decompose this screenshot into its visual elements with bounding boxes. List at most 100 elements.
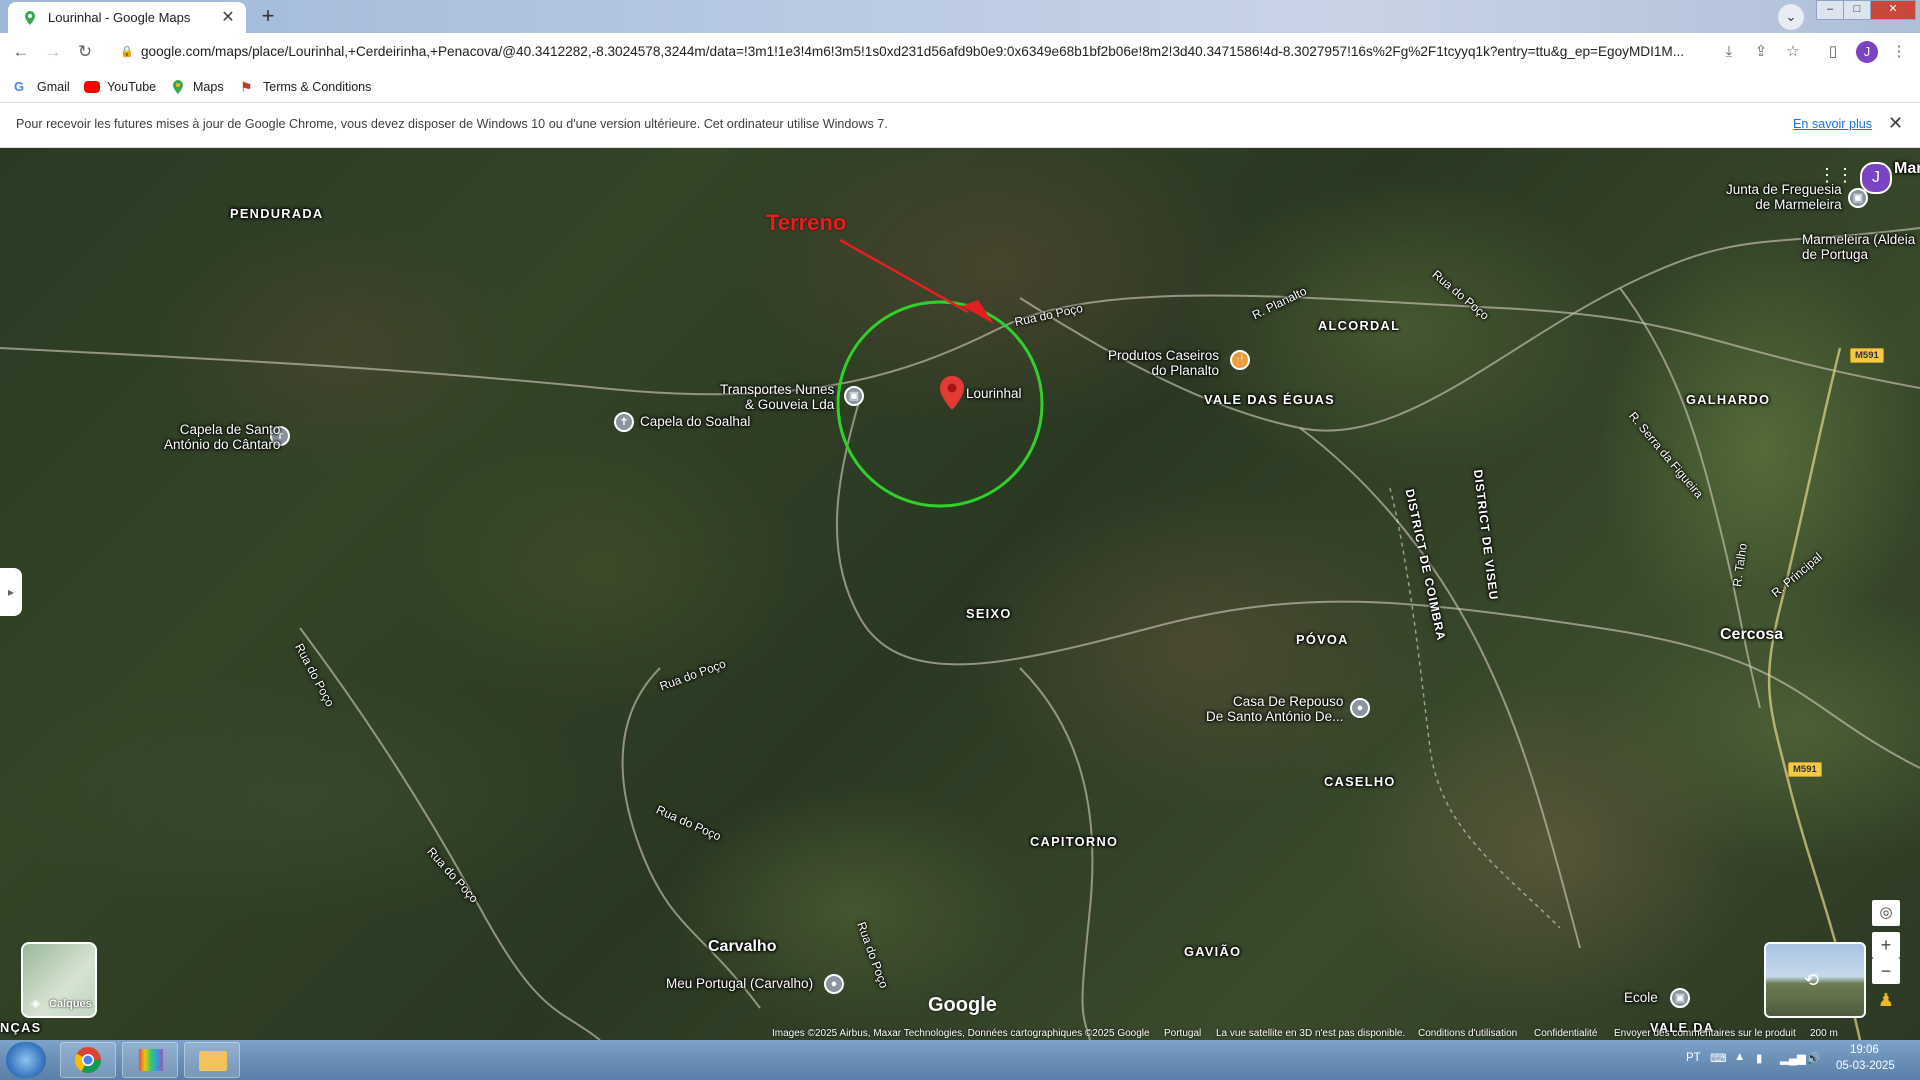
place-label-caselho[interactable]: CASELHO <box>1324 774 1396 789</box>
menu-icon[interactable]: ⋮ <box>1890 43 1908 61</box>
bookmark-youtube[interactable]: YouTube <box>84 77 156 97</box>
chrome-icon <box>74 1047 102 1074</box>
layers-label: Calques <box>49 998 92 1010</box>
place-label-carvalho[interactable]: Carvalho <box>708 938 776 956</box>
poi-label-line: Capela de Santo <box>179 422 281 437</box>
google-apps-icon[interactable]: ⋮⋮⋮ <box>1818 163 1872 187</box>
bookmark-gmail[interactable]: G Gmail <box>14 77 70 97</box>
maximize-button[interactable]: □ <box>1843 0 1871 20</box>
poi-label-casa-repouso[interactable]: Casa De Repouso De Santo António De... <box>1206 694 1343 724</box>
poi-label-ecole[interactable]: Ecole <box>1624 990 1658 1005</box>
account-avatar[interactable]: J <box>1860 162 1892 194</box>
install-app-icon[interactable]: ⤓ <box>1720 43 1738 61</box>
church-poi-icon[interactable]: ✝ <box>614 412 634 432</box>
minimize-button[interactable]: – <box>1816 0 1844 20</box>
place-label-capitorno[interactable]: CAPITORNO <box>1030 834 1118 849</box>
bookmark-maps[interactable]: Maps <box>170 77 224 97</box>
media-app-icon <box>139 1049 163 1071</box>
place-label-marmeleira[interactable]: Mar <box>1894 160 1920 178</box>
address-bar[interactable]: 🔒 google.com/maps/place/Lourinhal,+Cerde… <box>108 37 1768 67</box>
country-label[interactable]: Portugal <box>1164 1028 1201 1039</box>
annotation-arrow-line <box>839 238 969 314</box>
reload-button[interactable]: ↻ <box>74 41 96 63</box>
terms-link[interactable]: Conditions d'utilisation <box>1418 1028 1517 1039</box>
place-label-pendurada[interactable]: PENDURADA <box>230 206 323 221</box>
share-icon[interactable]: ⇪ <box>1752 43 1770 61</box>
taskbar-chrome[interactable] <box>60 1042 116 1078</box>
lock-icon: 🔒 <box>120 46 134 58</box>
layers-icon: ◈ <box>31 996 41 1010</box>
poi-label-line: Casa De Repouso <box>1233 694 1344 709</box>
pegman-icon[interactable]: ♟ <box>1874 990 1898 1016</box>
signal-icon[interactable]: ▂▄▆ <box>1780 1051 1806 1065</box>
road-shield-m591: M591 <box>1788 762 1822 777</box>
show-hidden-icons[interactable]: ▲ <box>1734 1051 1745 1063</box>
satellite-map[interactable]: Terreno Lourinhal PENDURADA ALCORDAL VAL… <box>0 148 1920 1040</box>
zoom-in-button[interactable]: + <box>1872 932 1900 958</box>
bookmark-star-icon[interactable]: ☆ <box>1784 43 1802 61</box>
place-label-gaviao[interactable]: GAVIÃO <box>1184 944 1241 959</box>
update-infobar: Pour recevoir les futures mises à jour d… <box>0 103 1920 148</box>
place-label-povoa[interactable]: PÓVOA <box>1296 632 1349 647</box>
tab-close-icon[interactable]: ✕ <box>220 9 236 26</box>
poi-label-line: De Santo António De... <box>1206 709 1344 724</box>
clock-date[interactable]: 05-03-2025 <box>1836 1060 1895 1072</box>
new-tab-button[interactable]: + <box>254 4 282 30</box>
poi-label-transportes[interactable]: Transportes Nunes & Gouveia Lda <box>720 382 834 412</box>
terreno-annotation: Terreno <box>766 210 847 235</box>
location-pin-icon[interactable] <box>940 376 964 410</box>
place-label-cercosa[interactable]: Cercosa <box>1720 626 1783 644</box>
maps-favicon-icon <box>25 10 35 25</box>
place-label-galhardo[interactable]: GALHARDO <box>1686 392 1770 407</box>
keyboard-icon[interactable]: ⌨ <box>1710 1051 1727 1065</box>
street-view-thumbnail[interactable]: ⟲ <box>1764 942 1866 1018</box>
rotate-view-icon: ⟲ <box>1804 970 1820 990</box>
bookmark-label: Maps <box>193 80 224 94</box>
school-poi-icon[interactable]: ▣ <box>1670 988 1690 1008</box>
tab-strip: Lourinhal - Google Maps ✕ + ⌄ – □ ✕ <box>0 0 1920 33</box>
window-close-button[interactable]: ✕ <box>1870 0 1916 20</box>
restaurant-poi-icon[interactable]: 🍴 <box>1230 350 1250 370</box>
back-button[interactable]: ← <box>10 41 32 63</box>
poi-label-capela-soalhal[interactable]: Capela do Soalhal <box>640 414 750 429</box>
scale-label[interactable]: 200 m <box>1810 1028 1838 1039</box>
terms-icon: ⚑ <box>240 79 253 95</box>
3d-unavailable-text: La vue satellite en 3D n'est pas disponi… <box>1216 1028 1406 1039</box>
place-label-vale-das-eguas[interactable]: VALE DAS ÉGUAS <box>1204 392 1335 407</box>
business-poi-icon[interactable]: ▣ <box>844 386 864 406</box>
language-indicator[interactable]: PT <box>1686 1052 1701 1064</box>
poi-label-marmeleira-aldeia[interactable]: Marmeleira (Aldeia de Portuga <box>1802 232 1915 262</box>
poi-label-meu-portugal[interactable]: Meu Portugal (Carvalho) <box>666 976 813 991</box>
active-tab[interactable]: Lourinhal - Google Maps ✕ <box>8 2 246 33</box>
place-label-seixo[interactable]: SEIXO <box>966 606 1012 621</box>
privacy-link[interactable]: Confidentialité <box>1534 1028 1597 1039</box>
feedback-link[interactable]: Envoyer des commentaires sur le produit <box>1614 1028 1796 1039</box>
care-home-poi-icon[interactable]: ● <box>1350 698 1370 718</box>
zoom-out-button[interactable]: − <box>1872 958 1900 984</box>
infobar-text: Pour recevoir les futures mises à jour d… <box>16 117 888 131</box>
learn-more-link[interactable]: En savoir plus <box>1793 117 1872 131</box>
expand-side-panel-button[interactable]: ▸ <box>0 568 22 616</box>
my-location-icon[interactable]: ◎ <box>1872 900 1900 926</box>
network-icon[interactable]: ▮ <box>1756 1051 1762 1065</box>
url-text[interactable]: google.com/maps/place/Lourinhal,+Cerdeir… <box>141 44 1741 59</box>
taskbar-explorer[interactable] <box>184 1042 240 1078</box>
poi-label-line: do Planalto <box>1151 363 1220 378</box>
infobar-close-icon[interactable]: ✕ <box>1888 113 1903 134</box>
taskbar-media-app[interactable] <box>122 1042 178 1078</box>
place-label-alcordal[interactable]: ALCORDAL <box>1318 318 1400 333</box>
bookmarks-bar: G Gmail YouTube Maps ⚑ Terms & Condition… <box>0 71 1920 103</box>
volume-icon[interactable]: 🔊 <box>1806 1051 1820 1065</box>
poi-label-capela-santo[interactable]: Capela de Santo António do Cântaro <box>164 422 280 452</box>
place-poi-icon[interactable]: ● <box>824 974 844 994</box>
tab-search-button[interactable]: ⌄ <box>1778 4 1804 30</box>
profile-avatar[interactable]: J <box>1856 41 1878 63</box>
start-button[interactable] <box>6 1042 46 1078</box>
poi-label-produtos-caseiros[interactable]: Produtos Caseiros do Planalto <box>1108 348 1219 378</box>
side-panel-icon[interactable]: ▯ <box>1824 43 1842 61</box>
forward-button[interactable]: → <box>42 41 64 63</box>
layers-button[interactable]: ◈ Calques <box>21 942 97 1018</box>
bookmark-terms[interactable]: ⚑ Terms & Conditions <box>240 77 371 97</box>
clock-time[interactable]: 19:06 <box>1850 1044 1879 1056</box>
place-label-lourinhal[interactable]: Lourinhal <box>966 386 1022 401</box>
